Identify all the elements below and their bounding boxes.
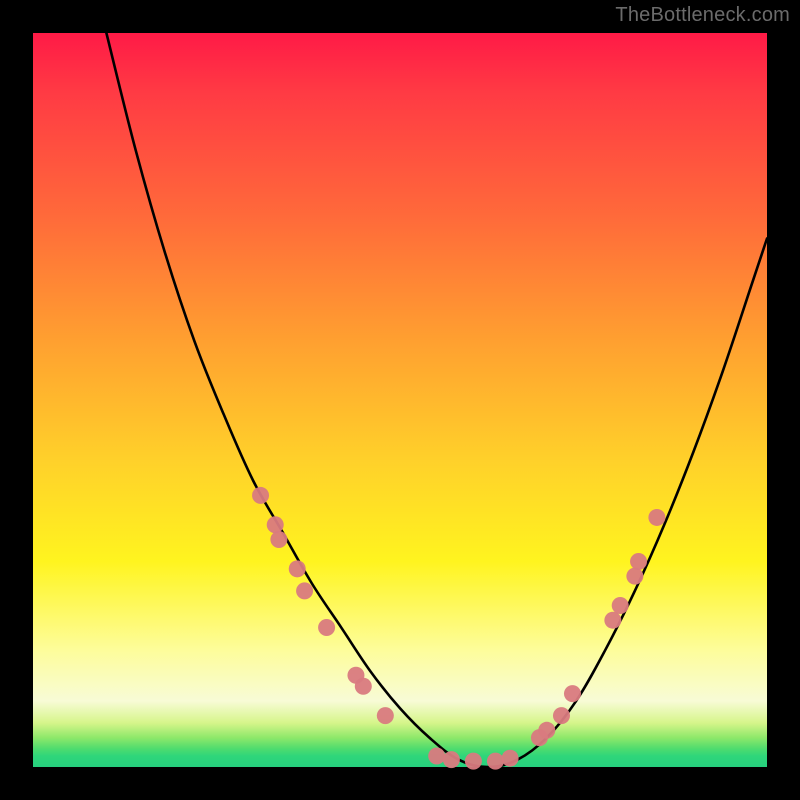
plot-area xyxy=(33,33,767,767)
highlighted-points xyxy=(252,487,665,770)
curve-svg xyxy=(33,33,767,767)
watermark-text: TheBottleneck.com xyxy=(615,4,790,27)
chart-container: TheBottleneck.com xyxy=(0,0,800,800)
bottleneck-curve xyxy=(106,33,767,767)
